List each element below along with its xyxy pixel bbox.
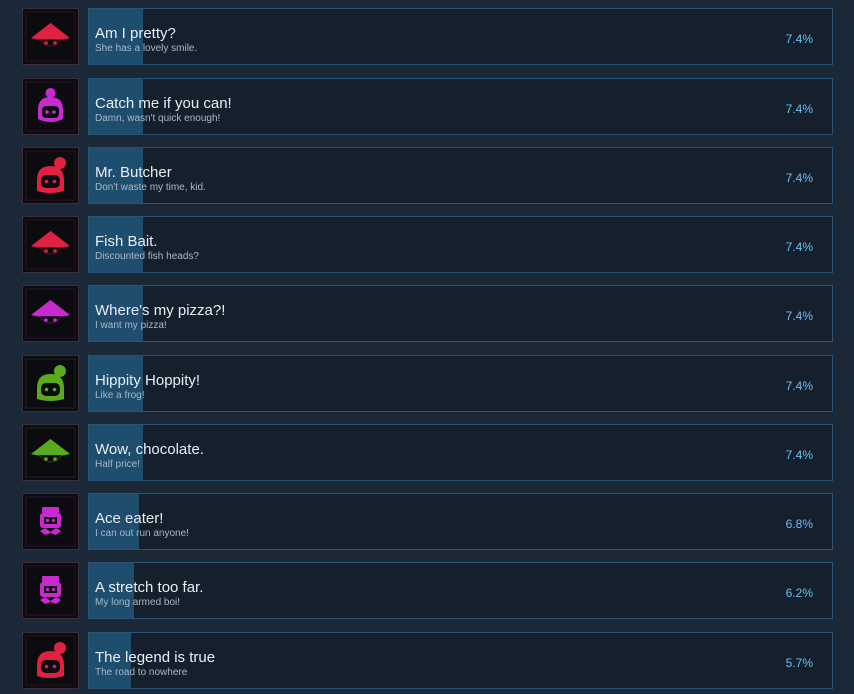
achievement-description: Don't waste my time, kid. <box>95 182 206 193</box>
achievement-title: Wow, chocolate. <box>95 441 204 458</box>
unlock-percentage: 5.7% <box>785 656 813 670</box>
red-ponytail-girl-icon <box>22 632 79 689</box>
achievement-info: Wow, chocolate. Half price! 7.4% <box>88 424 833 481</box>
unlock-percentage: 7.4% <box>785 102 813 116</box>
achievement-description: I can out run anyone! <box>95 528 189 539</box>
achievement-info: Fish Bait. Discounted fish heads? 7.4% <box>88 216 833 273</box>
green-hat-icon <box>22 424 79 481</box>
unlock-percentage: 6.8% <box>785 517 813 531</box>
green-ponytail-girl-icon <box>22 355 79 412</box>
achievement-list: Am I pretty? She has a lovely smile. 7.4% C… <box>0 0 854 694</box>
achievement-description: Discounted fish heads? <box>95 251 199 262</box>
unlock-percentage: 7.4% <box>785 309 813 323</box>
achievement-info: Hippity Hoppity! Like a frog! 7.4% <box>88 355 833 412</box>
achievement-description: Half price! <box>95 459 141 470</box>
achievement-title: Mr. Butcher <box>95 164 172 181</box>
achievement-info: Ace eater! I can out run anyone! 6.8% <box>88 493 833 550</box>
achievement-row[interactable]: Mr. Butcher Don't waste my time, kid. 7.4% <box>0 147 854 205</box>
unlock-percentage: 7.4% <box>785 448 813 462</box>
achievement-info: A stretch too far. My long armed boi! 6.2% <box>88 562 833 619</box>
achievement-info: The legend is true The road to nowhere 5.7… <box>88 632 833 689</box>
achievement-description: Damn, wasn't quick enough! <box>95 113 221 124</box>
achievement-title: Catch me if you can! <box>95 95 232 112</box>
achievement-title: Fish Bait. <box>95 233 158 250</box>
achievement-title: The legend is true <box>95 649 216 666</box>
achievement-row[interactable]: Catch me if you can! Damn, wasn't quick e… <box>0 78 854 136</box>
achievement-title: Ace eater! <box>95 510 164 527</box>
unlock-percentage: 7.4% <box>785 379 813 393</box>
unlock-percentage: 7.4% <box>785 171 813 185</box>
achievement-row[interactable]: Am I pretty? She has a lovely smile. 7.4% <box>0 8 854 66</box>
achievement-row[interactable]: Where's my pizza?! I want my pizza! 7.4% <box>0 285 854 343</box>
achievement-info: Mr. Butcher Don't waste my time, kid. 7.4% <box>88 147 833 204</box>
achievement-description: The road to nowhere <box>95 667 188 678</box>
achievement-description: Like a frog! <box>95 390 145 401</box>
achievement-row[interactable]: Ace eater! I can out run anyone! 6.8% <box>0 493 854 551</box>
magenta-hat-icon <box>22 285 79 342</box>
red-hat-icon <box>22 216 79 273</box>
achievement-info: Where's my pizza?! I want my pizza! 7.4% <box>88 285 833 342</box>
achievement-row[interactable]: A stretch too far. My long armed boi! 6.2% <box>0 562 854 620</box>
achievement-description: She has a lovely smile. <box>95 43 198 54</box>
achievement-title: Am I pretty? <box>95 25 176 42</box>
red-hat-icon <box>22 8 79 65</box>
achievement-title: Where's my pizza?! <box>95 302 226 319</box>
achievement-row[interactable]: Hippity Hoppity! Like a frog! 7.4% <box>0 355 854 413</box>
magenta-bun-girl-icon <box>22 78 79 135</box>
magenta-robot-icon <box>22 562 79 619</box>
achievement-row[interactable]: Fish Bait. Discounted fish heads? 7.4% <box>0 216 854 274</box>
achievement-title: A stretch too far. <box>95 579 204 596</box>
unlock-percentage: 7.4% <box>785 32 813 46</box>
unlock-percentage: 6.2% <box>785 586 813 600</box>
achievement-description: I want my pizza! <box>95 320 167 331</box>
unlock-percentage: 7.4% <box>785 240 813 254</box>
achievement-row[interactable]: Wow, chocolate. Half price! 7.4% <box>0 424 854 482</box>
achievement-description: My long armed boi! <box>95 597 181 608</box>
achievement-info: Catch me if you can! Damn, wasn't quick e… <box>88 78 833 135</box>
achievement-row[interactable]: The legend is true The road to nowhere 5.7… <box>0 632 854 690</box>
magenta-robot-icon <box>22 493 79 550</box>
red-ponytail-girl-icon <box>22 147 79 204</box>
achievement-title: Hippity Hoppity! <box>95 372 201 389</box>
achievement-info: Am I pretty? She has a lovely smile. 7.4% <box>88 8 833 65</box>
